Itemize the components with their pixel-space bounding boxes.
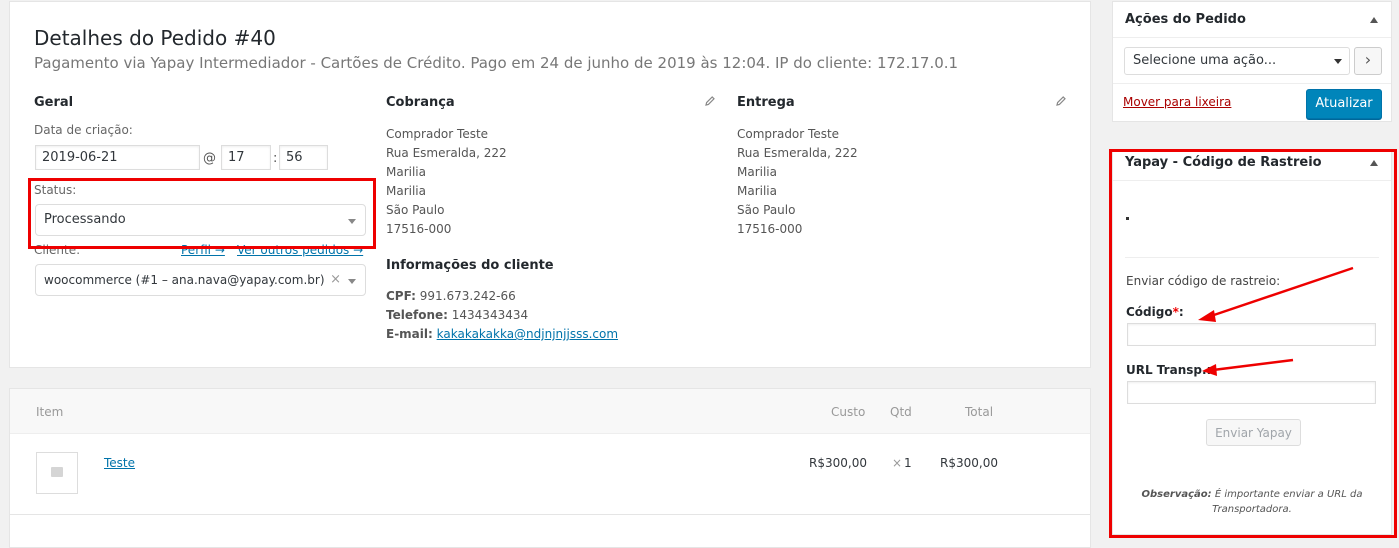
edit-billing-pencil-icon[interactable] xyxy=(704,95,716,107)
panel-divider xyxy=(1113,83,1391,84)
item-name-link[interactable]: Teste xyxy=(104,456,135,470)
col-total: Total xyxy=(965,405,994,419)
order-subtitle: Pagamento via Yapay Intermediador - Cart… xyxy=(34,54,959,72)
actions-heading: Ações do Pedido xyxy=(1125,12,1246,27)
billing-heading: Cobrança xyxy=(386,95,455,110)
shipping-line: Rua Esmeralda, 222 xyxy=(737,146,858,160)
edit-shipping-pencil-icon[interactable] xyxy=(1055,95,1067,107)
item-total: R$300,00 xyxy=(940,456,998,470)
image-placeholder-icon xyxy=(36,452,78,494)
shipping-address: Comprador Teste Rua Esmeralda, 222 Maril… xyxy=(737,125,858,239)
billing-address: Comprador Teste Rua Esmeralda, 222 Maril… xyxy=(386,125,507,239)
clear-customer-icon[interactable]: × xyxy=(330,265,341,295)
apply-action-button[interactable]: › xyxy=(1354,47,1382,75)
panel-divider xyxy=(1113,37,1391,38)
at-sign: @ xyxy=(203,151,216,166)
dropdown-caret-icon xyxy=(348,279,356,284)
order-action-select[interactable]: Selecione uma ação... xyxy=(1124,47,1350,75)
shipping-line: Comprador Teste xyxy=(737,127,840,141)
email-label: E-mail: xyxy=(386,327,433,341)
billing-line: Marilia xyxy=(386,184,426,198)
billing-line: 17516-000 xyxy=(386,222,452,236)
customer-select[interactable]: woocommerce (#1 – ana.nava@yapay.com.br)… xyxy=(35,264,366,296)
item-cost: R$300,00 xyxy=(809,456,867,470)
hour-input[interactable]: 17 xyxy=(221,145,271,170)
col-item: Item xyxy=(36,405,64,419)
red-arrow-annotation xyxy=(1198,266,1354,376)
cpf-value: 991.673.242-66 xyxy=(419,289,516,303)
shipping-line: Marilia xyxy=(737,184,777,198)
minute-input[interactable]: 56 xyxy=(279,145,328,170)
page-title: Detalhes do Pedido #40 xyxy=(34,26,276,50)
order-actions-panel: Ações do Pedido Selecione uma ação... › … xyxy=(1112,1,1392,122)
shipping-line: São Paulo xyxy=(737,203,796,217)
items-table-header: Item Custo Qtd Total xyxy=(10,389,1090,434)
general-heading: Geral xyxy=(34,95,74,110)
dropdown-caret-icon xyxy=(1334,59,1342,64)
shipping-line: Marilia xyxy=(737,165,777,179)
order-data-panel: Detalhes do Pedido #40 Pagamento via Yap… xyxy=(9,1,1091,368)
col-qty: Qtd xyxy=(890,405,912,419)
customer-value: woocommerce (#1 – ana.nava@yapay.com.br) xyxy=(44,273,325,287)
status-highlight-box xyxy=(28,178,376,249)
billing-line: Rua Esmeralda, 222 xyxy=(386,146,507,160)
shipping-heading: Entrega xyxy=(737,95,795,110)
phone-value: 1434343434 xyxy=(451,308,529,322)
cpf-label: CPF: xyxy=(386,289,416,303)
customer-info: CPF: 991.673.242-66 Telefone: 1434343434… xyxy=(386,287,618,344)
customer-info-heading: Informações do cliente xyxy=(386,258,554,273)
item-qty: 1 xyxy=(904,456,912,470)
email-link[interactable]: kakakakakka@ndjnjnjjsss.com xyxy=(437,327,618,341)
billing-line: Comprador Teste xyxy=(386,127,489,141)
collapse-arrow-icon[interactable] xyxy=(1370,17,1378,23)
trash-link[interactable]: Mover para lixeira xyxy=(1123,95,1231,109)
billing-line: Marilia xyxy=(386,165,426,179)
col-cost: Custo xyxy=(831,405,866,419)
shipping-line: 17516-000 xyxy=(737,222,803,236)
billing-line: São Paulo xyxy=(386,203,445,217)
time-colon: : xyxy=(273,151,278,166)
order-action-value: Selecione uma ação... xyxy=(1133,53,1277,68)
item-qty-x: × xyxy=(892,456,903,470)
order-items-panel: Item Custo Qtd Total Teste R$300,00 × 1 … xyxy=(9,388,1091,548)
row-divider xyxy=(10,514,1090,515)
date-label: Data de criação: xyxy=(34,123,133,137)
update-button[interactable]: Atualizar xyxy=(1306,89,1382,119)
phone-label: Telefone: xyxy=(386,308,448,322)
date-input[interactable]: 2019-06-21 xyxy=(35,145,200,170)
